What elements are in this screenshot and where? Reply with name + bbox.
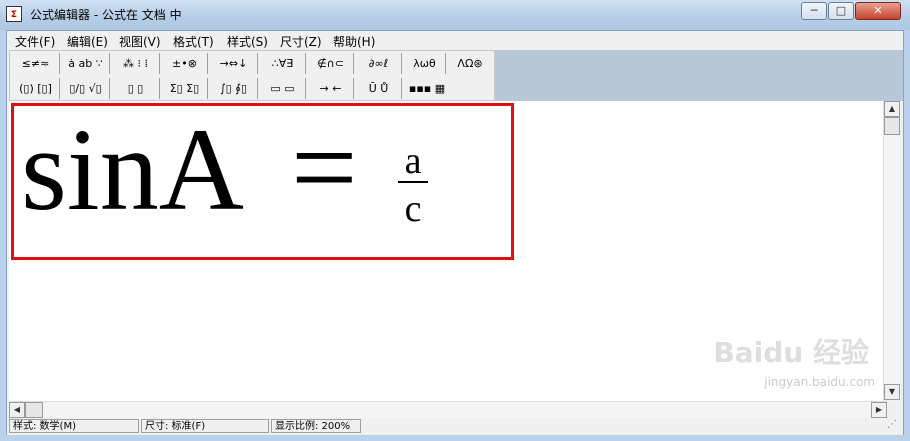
embellishments-palette-button[interactable]: ⁂ ⁝ ⁞ <box>112 53 160 74</box>
fence-templates-button[interactable]: (▯) [▯] <box>12 78 60 99</box>
status-style: 样式: 数学(M) <box>9 419 139 433</box>
spaces-ellipses-palette-button[interactable]: ȧ ab ∵ <box>62 53 110 74</box>
bar-templates-button[interactable]: ▭ ▭ <box>260 78 306 99</box>
subscript-superscript-templates-button[interactable]: ▯ ▯ <box>112 78 160 99</box>
vertical-scrollbar[interactable]: ▲ ▼ <box>883 101 901 401</box>
symbol-toolbar: ≤≠≈ ȧ ab ∵ ⁂ ⁝ ⁞ ±•⊗ →⇔↓ ∴∀∃ ∉∩⊂ ∂∞ℓ λωθ… <box>9 50 495 101</box>
resize-grip-icon[interactable]: ⋰ <box>887 419 901 433</box>
window-title: 公式编辑器 - 公式在 文档 中 <box>30 8 182 22</box>
toolbar-empty-area <box>495 50 903 101</box>
menu-view[interactable]: 视图(V) <box>119 33 161 50</box>
labeled-arrow-templates-button[interactable]: → ← <box>308 78 354 99</box>
scroll-left-arrow-icon[interactable]: ◀ <box>9 402 25 418</box>
menu-file[interactable]: 文件(F) <box>15 33 55 50</box>
baidu-watermark: Baidu 经验 <box>713 336 869 369</box>
operators-palette-button[interactable]: ±•⊗ <box>162 53 208 74</box>
matrix-templates-button[interactable]: ▪▪▪ ▦ <box>404 78 450 99</box>
relations-palette-button[interactable]: ≤≠≈ <box>12 53 60 74</box>
vertical-scroll-thumb[interactable] <box>884 117 900 135</box>
menu-bar: 文件(F) 编辑(E) 视图(V) 格式(T) 样式(S) 尺寸(Z) 帮助(H… <box>7 31 903 50</box>
menu-edit[interactable]: 编辑(E) <box>67 33 108 50</box>
status-size: 尺寸: 标准(F) <box>141 419 269 433</box>
status-bar: 样式: 数学(M) 尺寸: 标准(F) 显示比例: 200% ⋰ <box>7 418 903 435</box>
horizontal-scroll-thumb[interactable] <box>25 402 43 418</box>
logical-palette-button[interactable]: ∴∀∃ <box>260 53 306 74</box>
summation-templates-button[interactable]: Σ▯ Σ▯ <box>162 78 208 99</box>
status-zoom: 显示比例: 200% <box>271 419 361 433</box>
products-templates-button[interactable]: Ū Ů <box>356 78 402 99</box>
minimize-button[interactable]: ─ <box>801 2 827 20</box>
greek-lowercase-palette-button[interactable]: λωθ <box>404 53 446 74</box>
fraction-numerator[interactable]: a <box>395 139 431 183</box>
fraction-denominator[interactable]: c <box>395 187 431 231</box>
menu-help[interactable]: 帮助(H) <box>333 33 375 50</box>
scroll-up-arrow-icon[interactable]: ▲ <box>884 101 900 117</box>
menu-style[interactable]: 样式(S) <box>227 33 268 50</box>
scroll-right-arrow-icon[interactable]: ▶ <box>871 402 887 418</box>
formula-editor-app-icon[interactable]: Σ <box>6 6 22 22</box>
maximize-button[interactable]: □ <box>828 2 854 20</box>
formula-canvas[interactable]: sinA = a c Baidu 经验 jingyan.baidu.com <box>9 101 889 401</box>
greek-uppercase-palette-button[interactable]: ΛΩ⊛ <box>448 53 492 74</box>
title-bar: Σ 公式编辑器 - 公式在 文档 中 ─ □ ✕ <box>0 0 910 30</box>
formula-lhs[interactable]: sinA <box>21 111 244 229</box>
close-button[interactable]: ✕ <box>855 2 901 20</box>
baidu-watermark-url: jingyan.baidu.com <box>764 375 875 389</box>
editor-frame: 文件(F) 编辑(E) 视图(V) 格式(T) 样式(S) 尺寸(Z) 帮助(H… <box>6 30 904 435</box>
misc-symbols-palette-button[interactable]: ∂∞ℓ <box>356 53 402 74</box>
scroll-down-arrow-icon[interactable]: ▼ <box>884 384 900 400</box>
menu-format[interactable]: 格式(T) <box>173 33 214 50</box>
menu-size[interactable]: 尺寸(Z) <box>280 33 322 50</box>
arrows-palette-button[interactable]: →⇔↓ <box>210 53 258 74</box>
fraction-radical-templates-button[interactable]: ▯/▯ √▯ <box>62 78 110 99</box>
integral-templates-button[interactable]: ∫▯ ∮▯ <box>210 78 258 99</box>
formula-equals[interactable]: = <box>291 109 358 227</box>
set-theory-palette-button[interactable]: ∉∩⊂ <box>308 53 354 74</box>
horizontal-scrollbar[interactable]: ◀ ▶ <box>9 401 887 419</box>
fraction-bar <box>398 181 428 183</box>
